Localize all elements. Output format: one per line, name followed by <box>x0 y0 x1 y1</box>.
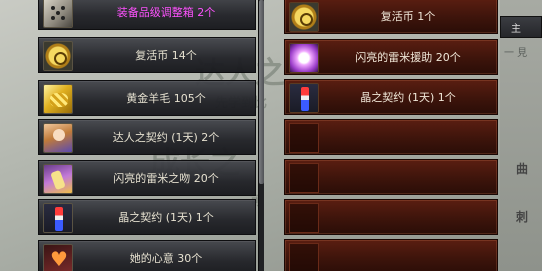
list-item-dice-box[interactable]: 装备品级调整箱 2个 <box>38 0 256 30</box>
crystal-contract-icon <box>289 83 319 113</box>
reward-item-empty[interactable] <box>284 159 498 195</box>
item-label: 晶之契约 (1天) 1个 <box>118 211 214 224</box>
item-label: 达人之契约 (1天) 2个 <box>112 131 220 144</box>
item-list-left: 装备品级调整箱 2个 复活币 14个 黄金羊毛 105个 达人之契约 (1天) … <box>38 0 256 271</box>
item-label: 复活币 14个 <box>135 49 197 62</box>
empty-slot <box>289 163 319 193</box>
reward-label: 闪亮的雷米援助 20个 <box>355 51 461 64</box>
list-item-crystal-contract[interactable]: 晶之契约 (1天) 1个 <box>38 199 256 235</box>
list-scrollbar[interactable] <box>258 0 264 271</box>
side-panel-text: 刺 <box>516 210 529 224</box>
side-panel-edge: 主 一 見 曲 刺 <box>500 0 542 271</box>
side-panel-tab[interactable]: 主 <box>500 16 542 38</box>
scrollbar-thumb[interactable] <box>259 0 264 184</box>
reward-item-empty[interactable] <box>284 199 498 235</box>
reward-label: 复活币 1个 <box>380 10 436 23</box>
expert-contract-icon <box>43 123 73 153</box>
item-label: 黄金羊毛 105个 <box>126 92 206 105</box>
list-item-expert-contract[interactable]: 达人之契约 (1天) 2个 <box>38 119 256 155</box>
empty-slot <box>289 243 319 271</box>
remy-aid-icon <box>289 43 319 73</box>
crystal-contract-icon <box>43 203 73 233</box>
list-item-golden-wool[interactable]: 黄金羊毛 105个 <box>38 80 256 116</box>
remy-kiss-icon <box>43 164 73 194</box>
reward-item-empty[interactable] <box>284 119 498 155</box>
side-panel-subtitle: 一 見 <box>504 48 528 59</box>
item-label: 她的心意 30个 <box>129 252 203 265</box>
side-panel-tab-label: 主 <box>511 24 521 35</box>
golden-wool-icon <box>43 84 73 114</box>
item-label: 闪亮的雷米之吻 20个 <box>113 172 219 185</box>
reward-item-remy-aid[interactable]: 闪亮的雷米援助 20个 <box>284 39 498 75</box>
revival-coin-icon <box>289 2 319 32</box>
side-panel-text: 曲 <box>516 162 529 176</box>
dice-box-icon <box>43 0 73 28</box>
reward-label: 晶之契约 (1天) 1个 <box>360 91 456 104</box>
reward-list-right: 复活币 1个 闪亮的雷米援助 20个 晶之契约 (1天) 1个 <box>284 0 498 271</box>
reward-item-empty[interactable] <box>284 239 498 271</box>
reward-item-revival-coin[interactable]: 复活币 1个 <box>284 0 498 34</box>
revival-coin-icon <box>43 41 73 71</box>
heart-gift-icon <box>43 244 73 271</box>
reward-item-crystal-contract[interactable]: 晶之契约 (1天) 1个 <box>284 79 498 115</box>
item-label: 装备品级调整箱 2个 <box>116 6 216 19</box>
list-item-revival-coin[interactable]: 复活币 14个 <box>38 37 256 73</box>
empty-slot <box>289 123 319 153</box>
empty-slot <box>289 203 319 233</box>
list-item-remy-kiss[interactable]: 闪亮的雷米之吻 20个 <box>38 160 256 196</box>
list-item-heart-gift[interactable]: 她的心意 30个 <box>38 240 256 271</box>
